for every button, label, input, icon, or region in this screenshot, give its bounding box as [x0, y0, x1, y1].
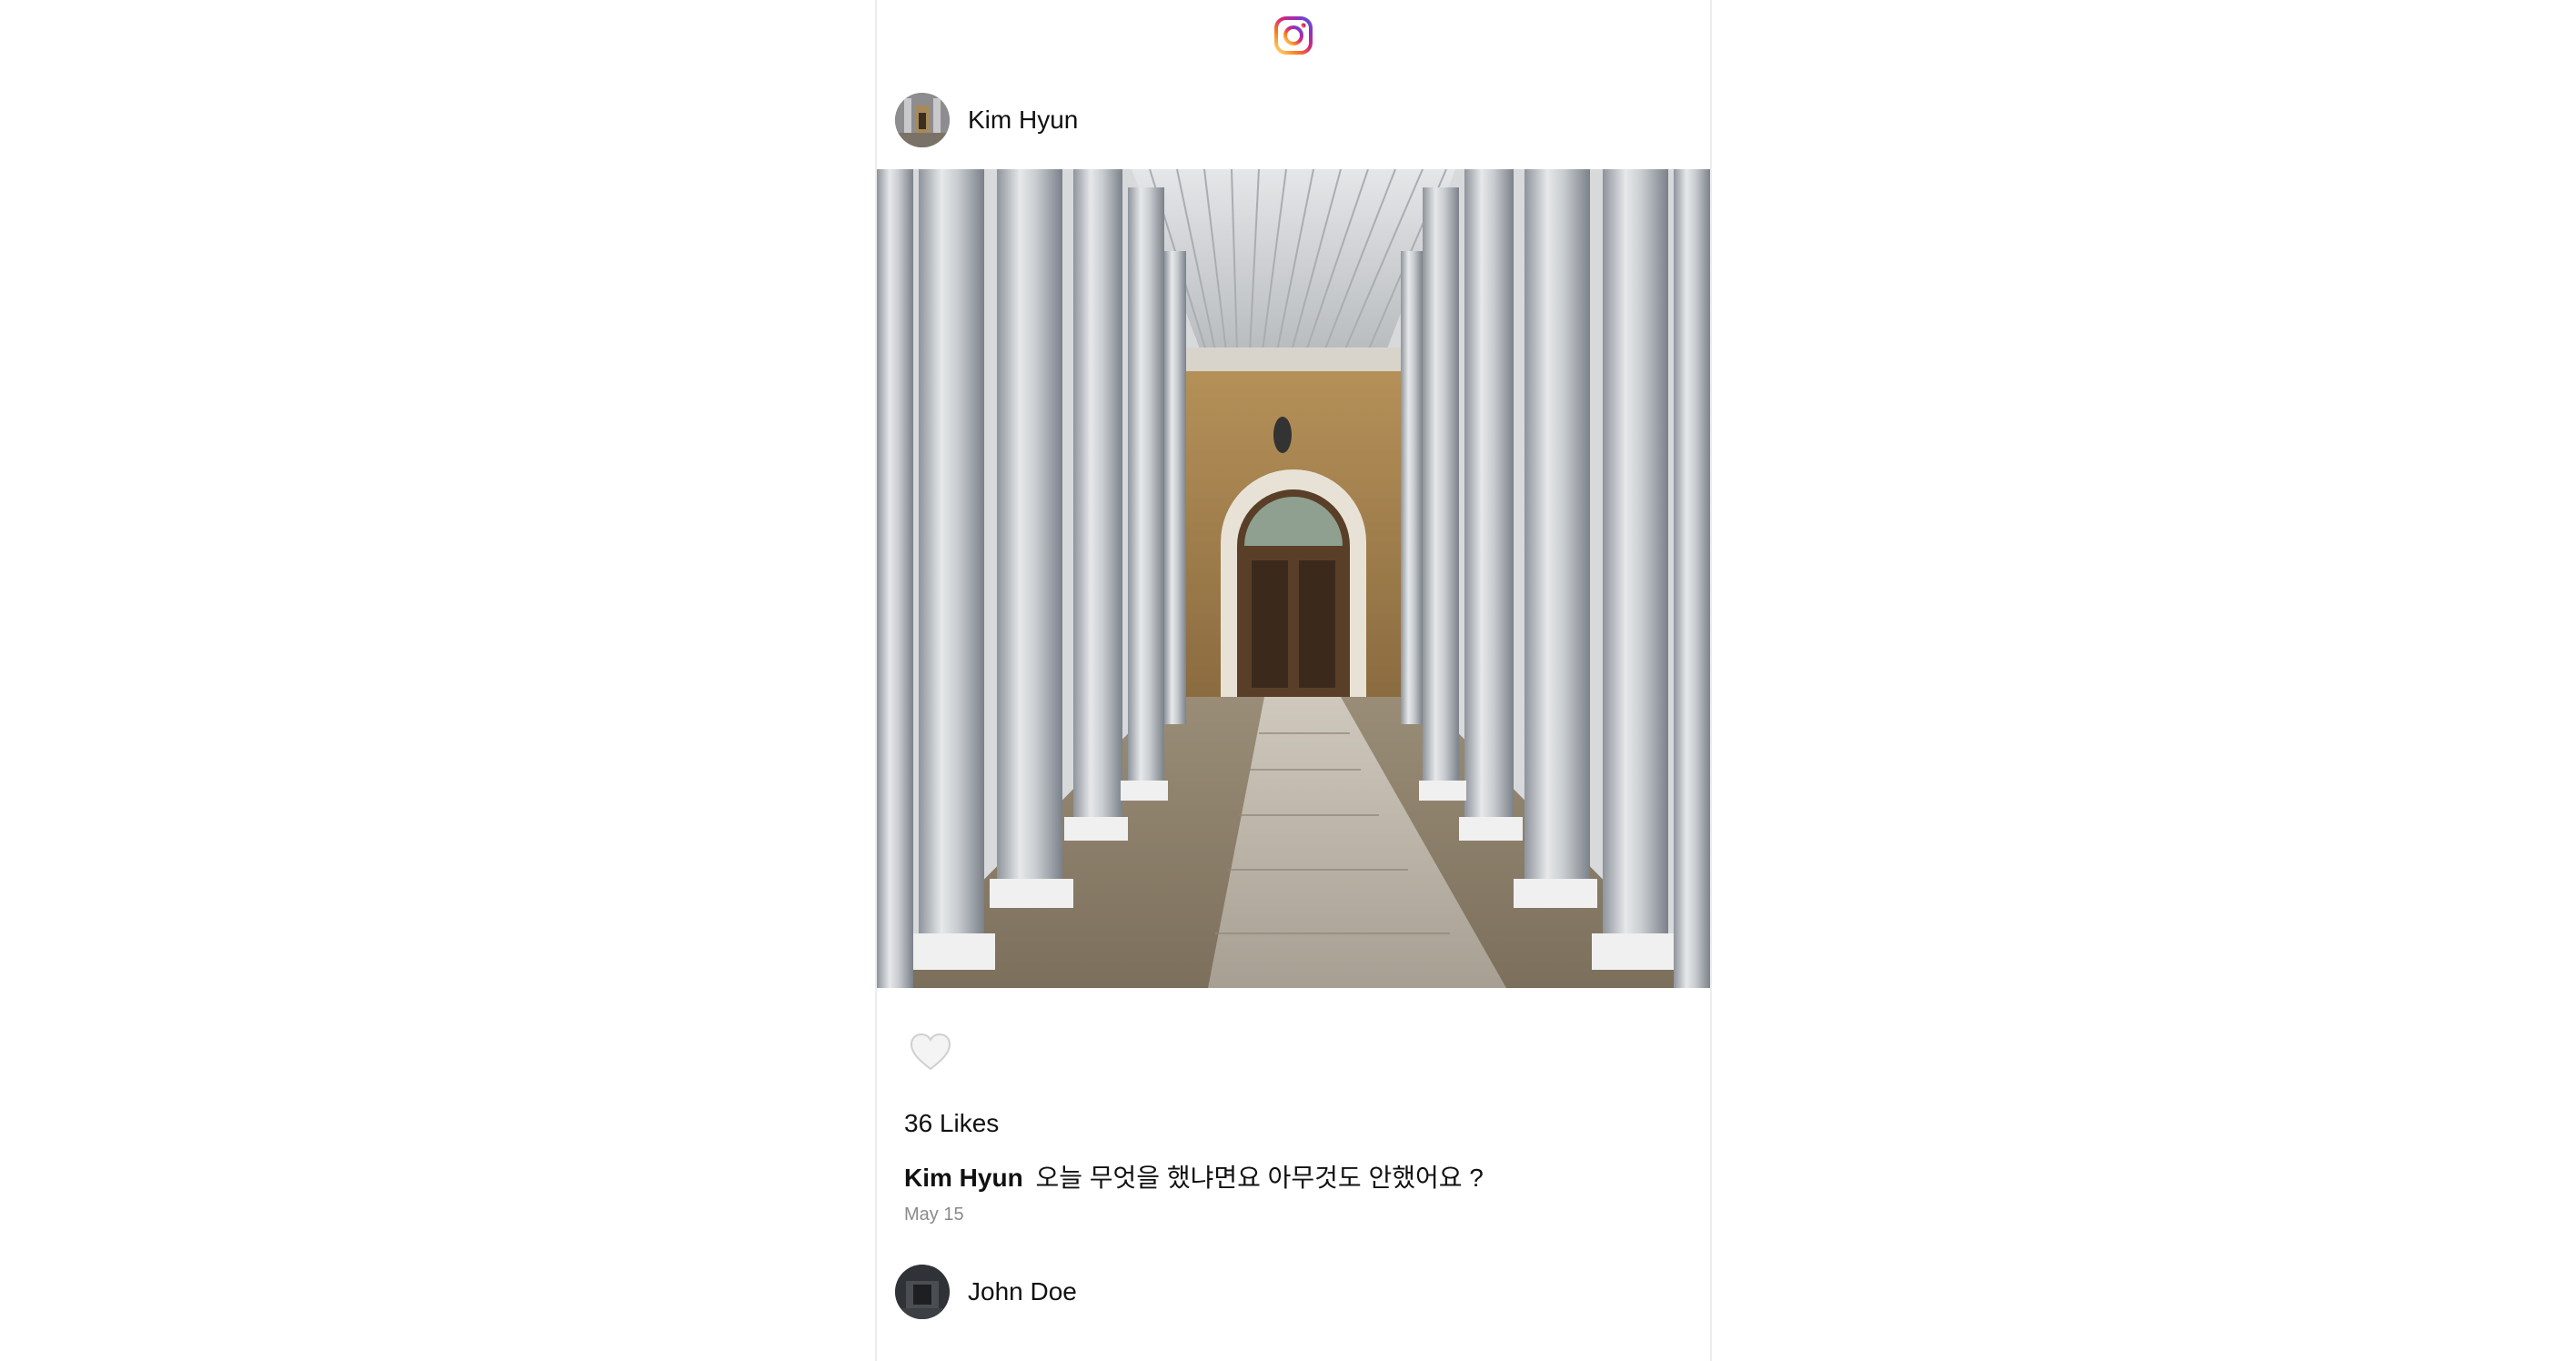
top-bar [877, 0, 1710, 71]
feed-column: Kim Hyun 36 Likes Kim Hyun 오늘 무엇을 했냐면요 아… [875, 0, 1712, 1361]
caption-text: 오늘 무엇을 했냐면요 아무것도 안했어요 ? [1035, 1164, 1484, 1192]
post-header: Kim Hyun [877, 71, 1710, 169]
post-date: May 15 [904, 1205, 964, 1225]
post-caption: Kim Hyun 오늘 무엇을 했냐면요 아무것도 안했어요 ? [877, 1159, 1710, 1197]
heart-outline-icon[interactable] [910, 1031, 951, 1073]
post: Kim Hyun 36 Likes Kim Hyun 오늘 무엇을 했냐면요 아… [877, 71, 1710, 1230]
user-avatar-icon[interactable] [895, 1265, 950, 1319]
post: John Doe [877, 1243, 1710, 1341]
likes-count: 36 Likes [904, 1109, 1000, 1137]
post-header: John Doe [877, 1243, 1710, 1341]
post-actions [877, 988, 1710, 1115]
post-author-name[interactable]: Kim Hyun [968, 106, 1078, 135]
instagram-logo-icon[interactable] [1273, 15, 1313, 55]
caption-author[interactable]: Kim Hyun [904, 1164, 1023, 1192]
post-author-name[interactable]: John Doe [968, 1277, 1077, 1306]
post-image [877, 169, 1710, 988]
user-avatar-icon[interactable] [895, 93, 950, 147]
